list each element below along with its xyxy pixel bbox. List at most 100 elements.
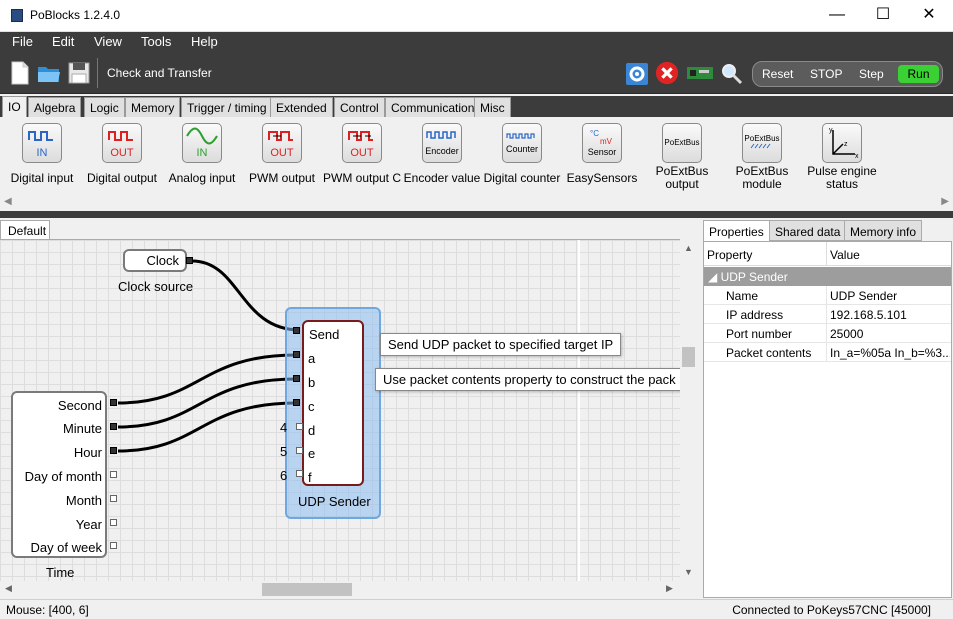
menu-edit[interactable]: Edit [52,34,74,49]
time-hour-port[interactable] [110,447,117,454]
scroll-right-icon[interactable]: ▶ [666,583,673,594]
menu-file[interactable]: File [12,34,33,49]
palette-encoder-value[interactable]: Encoder Encoder value [400,123,484,185]
menu-bar: File Edit View Tools Help [0,32,953,52]
udp-e-port[interactable] [296,447,303,454]
palette-digital-output[interactable]: OUT Digital output [80,123,164,185]
time-month-port[interactable] [110,495,117,502]
category-tabs: IO Algebra Logic Memory Trigger / timing… [0,96,953,117]
run-button[interactable]: Run [898,65,939,83]
palette-analog-input[interactable]: IN Analog input [160,123,244,185]
property-row-name[interactable]: Name UDP Sender [704,286,951,305]
time-second-port[interactable] [110,399,117,406]
vertical-scroll-thumb[interactable] [682,347,695,367]
save-icon[interactable] [67,60,91,86]
tab-trigger-timing[interactable]: Trigger / timing [181,97,273,117]
scroll-left-icon[interactable]: ◀ [4,196,12,207]
udp-c-port[interactable] [293,399,300,406]
udp-f-port[interactable] [296,470,303,477]
clock-output-port[interactable] [186,257,193,264]
poextbus-output-icon: PoExtBus [664,138,699,147]
tab-control[interactable]: Control [334,97,385,117]
scroll-down-icon[interactable]: ▼ [684,567,693,577]
tab-memory[interactable]: Memory [125,97,181,117]
search-magnifier-icon[interactable] [720,61,744,87]
tab-extended[interactable]: Extended [270,97,333,117]
menu-tools[interactable]: Tools [141,34,171,49]
app-icon [11,9,23,22]
reset-button[interactable]: Reset [762,67,793,81]
canvas-vertical-scrollbar[interactable]: ▲ ▼ [680,239,697,581]
udp-a-port[interactable] [293,351,300,358]
palette-pulse-engine-status[interactable]: yxz Pulse engine status [800,123,884,191]
stop-x-icon[interactable] [655,60,679,86]
pwm-output-c-icon: OUT [348,131,374,159]
udp-b-port[interactable] [293,375,300,382]
collapse-icon: ◢ [708,270,721,284]
time-minute-port[interactable] [110,423,117,430]
sensor-icon: °CmVSensor [588,129,617,157]
digital-output-icon: OUT [108,131,134,159]
canvas-horizontal-scrollbar[interactable]: ◀ ▶ [0,581,697,598]
palette-pwm-output-c[interactable]: OUT PWM output C [320,123,404,185]
udp-send-port[interactable] [293,327,300,334]
tab-io[interactable]: IO [2,96,27,117]
tab-shared-data[interactable]: Shared data [769,220,847,241]
time-day-of-week-port[interactable] [110,542,117,549]
close-button[interactable]: ✕ [906,0,952,32]
settings-gear-icon[interactable] [625,61,649,87]
palette-digital-counter[interactable]: Counter Digital counter [480,123,564,185]
palette-easysensors[interactable]: °C mV Sensor EasySensors [560,123,644,185]
poextbus-module-icon: PoExtBus [744,134,780,149]
udp-d-port[interactable] [296,423,303,430]
properties-panel: Property Value ◢ UDP Sender Name UDP Send… [703,241,952,598]
time-year-port[interactable] [110,519,117,526]
properties-header: Property Value [704,242,951,266]
tab-memory-info[interactable]: Memory info [844,220,923,241]
tab-properties[interactable]: Properties [703,220,770,241]
property-row-packet-contents[interactable]: Packet contents In_a=%05a In_b=%3... [704,343,951,362]
svg-text:x: x [855,153,859,160]
tab-logic[interactable]: Logic [84,97,125,117]
palette-poextbus-output[interactable]: PoExtBus PoExtBus output [640,123,724,191]
title-bar: PoBlocks 1.2.4.0 — ☐ ✕ [0,0,953,32]
tab-communication[interactable]: Communication [385,97,481,117]
property-group-udp-sender[interactable]: ◢ UDP Sender [704,267,951,286]
time-day-of-month-port[interactable] [110,471,117,478]
udp-f-number: 6 [280,468,288,483]
step-button[interactable]: Step [859,67,884,81]
time-block[interactable]: Second Minute Hour Day of month Month Ye… [11,391,107,558]
open-folder-icon[interactable] [37,60,61,86]
clock-block[interactable]: Clock [123,249,187,272]
block-canvas[interactable]: Clock Clock source Second Minute Hour Da… [0,239,680,581]
palette-pwm-output[interactable]: OUT PWM output [240,123,324,185]
scroll-left-icon[interactable]: ◀ [5,583,12,594]
tab-algebra[interactable]: Algebra [28,97,82,117]
tooltip-packet-contents-hint: Use packet contents property to construc… [375,368,680,391]
palette-scrollbar[interactable]: ◀ ▶ [0,195,953,211]
scroll-right-icon[interactable]: ▶ [941,196,949,207]
stop-button[interactable]: STOP [810,67,842,81]
panel-separator [0,211,953,218]
udp-sender-block[interactable]: Send a b c d e f [302,320,364,486]
scroll-up-icon[interactable]: ▲ [684,243,693,253]
properties-tabs: Properties Shared data Memory info [703,220,953,241]
device-board-icon[interactable] [686,64,714,82]
engine-control-group: Reset STOP Step Run [752,61,943,87]
menu-view[interactable]: View [94,34,122,49]
property-row-port-number[interactable]: Port number 25000 [704,324,951,343]
maximize-button[interactable]: ☐ [860,0,906,32]
horizontal-scroll-thumb[interactable] [262,583,352,596]
new-file-icon[interactable] [8,60,32,86]
palette-poextbus-module[interactable]: PoExtBus PoExtBus module [720,123,804,191]
palette-digital-input[interactable]: IN Digital input [0,123,84,185]
time-caption: Time [46,565,75,580]
pwm-output-icon: OUT [268,131,294,159]
menu-help[interactable]: Help [191,34,218,49]
minimize-button[interactable]: — [814,0,860,32]
check-transfer-button[interactable]: Check and Transfer [107,66,212,80]
tab-misc[interactable]: Misc [474,97,511,117]
tab-default[interactable]: Default [0,220,50,239]
svg-text:mV: mV [600,137,613,146]
property-row-ip-address[interactable]: IP address 192.168.5.101 [704,305,951,324]
